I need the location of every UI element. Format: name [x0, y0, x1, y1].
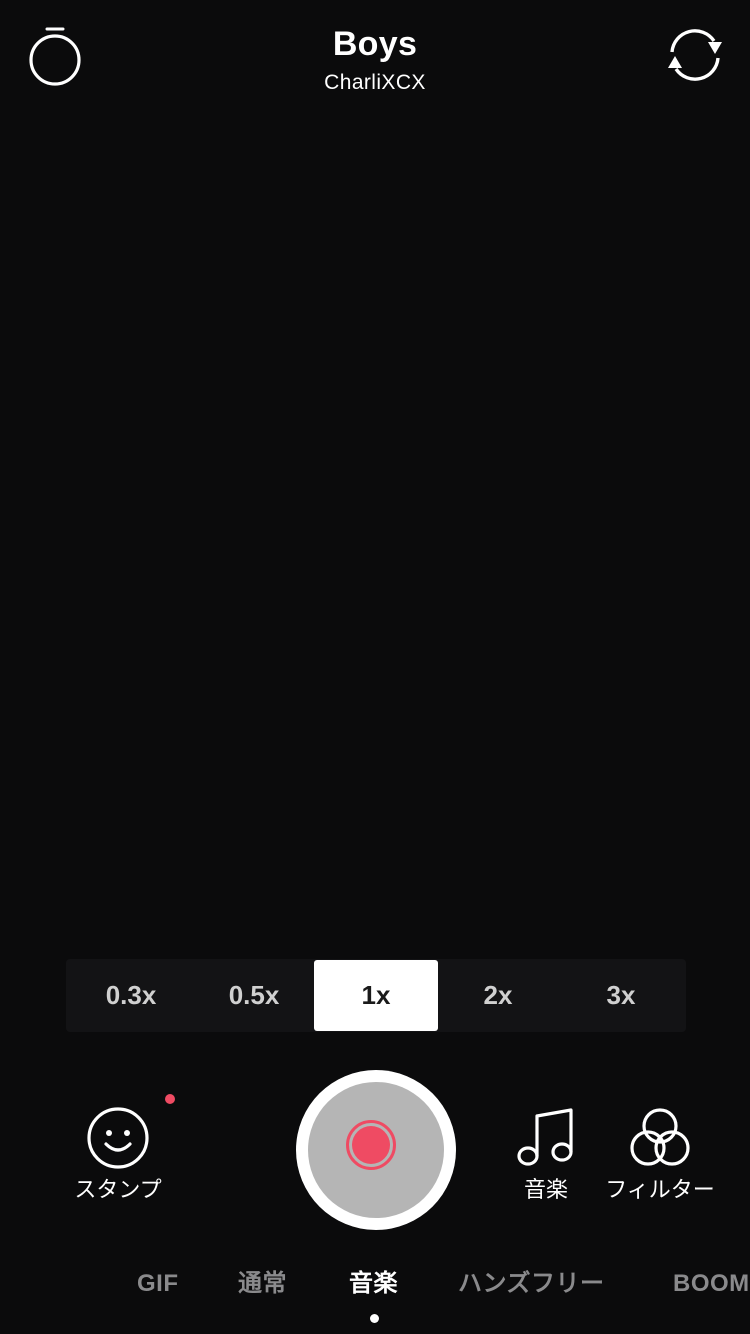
mode-tab-gif[interactable]: GIF: [137, 1262, 179, 1306]
mode-tab-handsfree[interactable]: ハンズフリー: [458, 1262, 605, 1306]
filter-label: フィルター: [605, 1177, 715, 1202]
zoom-option-0-5x[interactable]: 0.5x: [192, 960, 316, 1031]
stamp-label: スタンプ: [74, 1177, 162, 1202]
song-title: Boys: [332, 25, 418, 63]
filter-circles-icon: [628, 1106, 692, 1170]
music-label: 音楽: [523, 1177, 568, 1202]
song-artist: CharliXCX: [324, 71, 426, 94]
filter-button[interactable]: フィルター: [605, 1100, 715, 1210]
mode-tab-normal[interactable]: 通常: [238, 1262, 287, 1306]
zoom-selector: 0.3x 0.5x 1x 2x 3x: [66, 959, 686, 1032]
music-button[interactable]: 音楽: [498, 1100, 594, 1210]
mode-carousel: GIF 通常 音楽 ハンズフリー BOOM: [0, 1262, 750, 1306]
now-playing-track[interactable]: Boys CharliXCX: [0, 22, 750, 98]
smiley-icon: [86, 1094, 175, 1170]
notification-dot: [165, 1094, 175, 1104]
camera-flip-icon: [664, 26, 726, 84]
music-note-icon: [516, 1106, 576, 1168]
record-button[interactable]: [296, 1070, 456, 1230]
zoom-option-0-3x[interactable]: 0.3x: [69, 960, 193, 1031]
record-icon-core: [352, 1126, 390, 1164]
zoom-option-2x[interactable]: 2x: [436, 960, 560, 1031]
mode-tab-music[interactable]: 音楽: [349, 1262, 398, 1306]
zoom-option-3x[interactable]: 3x: [559, 960, 683, 1031]
mode-tab-boomerang[interactable]: BOOM: [673, 1262, 750, 1306]
zoom-option-1x[interactable]: 1x: [314, 960, 438, 1031]
camera-flip-button[interactable]: [664, 26, 726, 84]
mode-indicator-dot: [370, 1314, 379, 1323]
stamp-button[interactable]: スタンプ: [70, 1094, 175, 1210]
